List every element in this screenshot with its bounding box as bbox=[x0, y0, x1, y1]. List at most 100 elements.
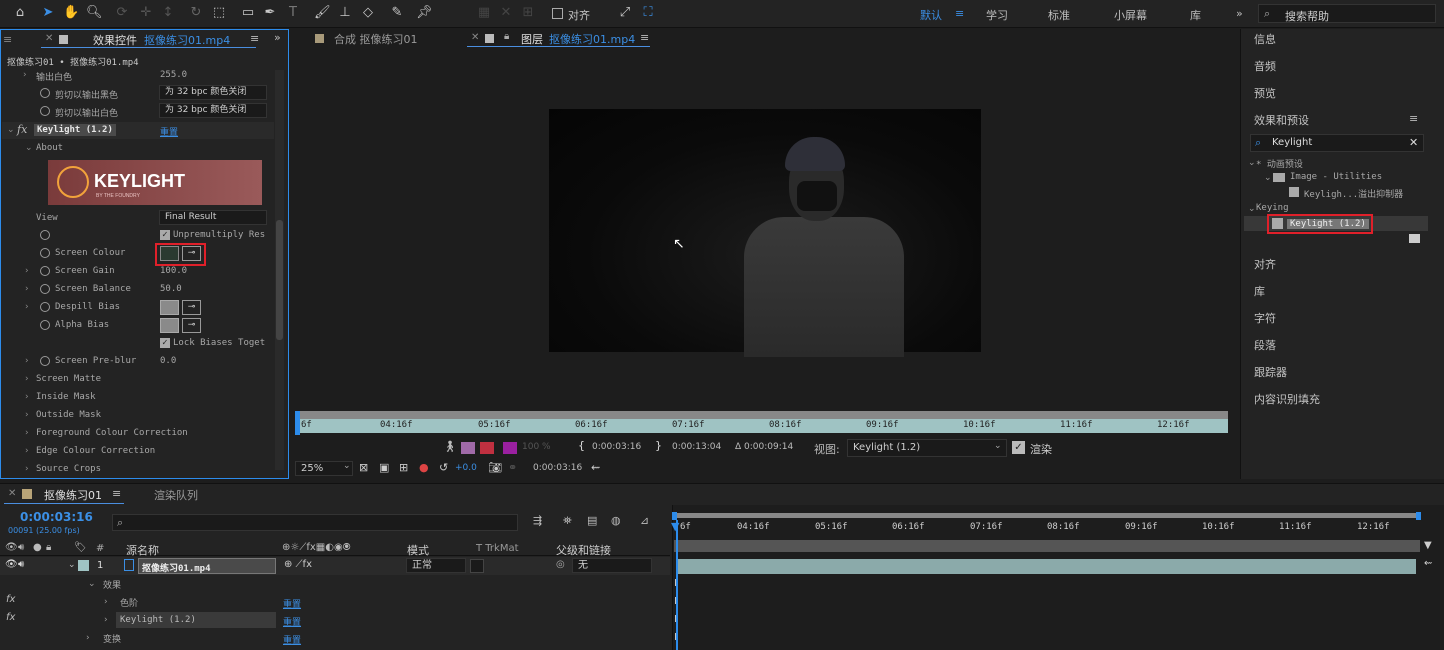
unpremultiply-checkbox[interactable]: ✓ bbox=[160, 230, 170, 240]
layer-bar-keyframe-icon[interactable]: ⇜ bbox=[1424, 558, 1432, 569]
layer-label-color[interactable] bbox=[78, 560, 89, 571]
stopwatch-icon[interactable] bbox=[40, 284, 50, 294]
effects-search[interactable]: ⌕ Keylight ✕ bbox=[1250, 134, 1424, 152]
tab-menu-icon[interactable]: ≡ bbox=[112, 487, 121, 500]
puppet-pin-icon[interactable]: 📌︎ bbox=[416, 5, 433, 21]
levels-reset-link[interactable]: 重置 bbox=[283, 597, 301, 610]
chevron-right-icon[interactable]: › bbox=[25, 464, 29, 474]
preview-panel[interactable]: 预览 bbox=[1254, 85, 1276, 101]
view-dropdown[interactable]: Final Result bbox=[159, 210, 267, 225]
render-queue-tab[interactable]: 渲染队列 bbox=[154, 487, 198, 503]
eyedropper-icon[interactable]: ⊸ bbox=[182, 246, 201, 261]
col-trkmat[interactable]: T TrkMat bbox=[476, 543, 519, 554]
chevron-down-icon[interactable]: ⌄ bbox=[1248, 204, 1256, 214]
fit-icon[interactable]: ⊠ bbox=[359, 461, 368, 474]
stopwatch-icon[interactable] bbox=[40, 356, 50, 366]
chevron-right-icon[interactable]: › bbox=[25, 302, 29, 312]
channel-icon-2[interactable] bbox=[480, 442, 494, 454]
paragraph-panel[interactable]: 段落 bbox=[1254, 337, 1276, 353]
alpha-bias-swatch[interactable] bbox=[160, 318, 179, 333]
pen-tool-icon[interactable]: ✒ bbox=[262, 5, 278, 21]
align-icon-1[interactable]: ▦ bbox=[476, 5, 492, 21]
stopwatch-icon[interactable] bbox=[40, 266, 50, 276]
layer-bar[interactable] bbox=[676, 559, 1416, 574]
snap-checkbox[interactable] bbox=[552, 8, 563, 19]
col-mode[interactable]: 模式 bbox=[407, 542, 429, 558]
work-area-start[interactable] bbox=[672, 512, 677, 520]
screen-matte-label[interactable]: Screen Matte bbox=[36, 374, 101, 384]
tab-menu-icon[interactable]: ≡ bbox=[250, 32, 259, 45]
layer-tab[interactable]: 图层 bbox=[521, 31, 543, 47]
library-panel[interactable]: 库 bbox=[1254, 283, 1265, 299]
chevron-right-icon[interactable]: › bbox=[25, 392, 29, 402]
anim-presets-label[interactable]: * 动画预设 bbox=[1256, 157, 1303, 170]
roto-brush-icon[interactable]: ✎ bbox=[389, 5, 405, 21]
audio-panel[interactable]: 音频 bbox=[1254, 58, 1276, 74]
clone-stamp-icon[interactable]: ⊥ bbox=[337, 5, 353, 21]
channel-icon-3[interactable] bbox=[503, 442, 517, 454]
scrollbar[interactable] bbox=[275, 70, 284, 470]
chevron-down-icon[interactable]: ⌄ bbox=[1264, 173, 1272, 183]
video-frame[interactable] bbox=[549, 109, 981, 357]
lock-icon[interactable]: 🔒︎ bbox=[504, 31, 509, 42]
rotate-tool-icon[interactable]: ↻ bbox=[188, 5, 204, 21]
view-select[interactable]: Keylight (1.2) bbox=[847, 439, 1007, 457]
snap-option-icon[interactable]: ⤢ bbox=[617, 5, 633, 21]
character-panel[interactable]: 字符 bbox=[1254, 310, 1276, 326]
comp-mini-flow-icon[interactable]: ⇶ bbox=[533, 514, 542, 527]
layer-switches-icon[interactable]: ⊕ ⟋fx bbox=[284, 559, 312, 570]
workspace-menu-icon[interactable]: ≡ bbox=[955, 7, 964, 20]
full-res-icon[interactable]: ▣ bbox=[379, 461, 389, 474]
screen-preblur-value[interactable]: 0.0 bbox=[160, 356, 176, 366]
audio-icon[interactable]: 🔊︎ bbox=[18, 559, 24, 570]
chevron-right-icon[interactable]: › bbox=[25, 374, 29, 384]
home-icon[interactable]: ⌂ bbox=[12, 5, 28, 21]
workspace-standard[interactable]: 标准 bbox=[1048, 7, 1070, 23]
type-tool-icon[interactable]: T bbox=[285, 5, 301, 21]
chevron-down-icon[interactable]: ⌄ bbox=[88, 579, 96, 589]
align-icon-2[interactable]: ✕ bbox=[498, 5, 514, 21]
eye-icon[interactable]: 👁︎ bbox=[5, 559, 18, 570]
edge-colour-label[interactable]: Edge Colour Correction bbox=[36, 446, 155, 456]
stopwatch-icon[interactable] bbox=[40, 88, 50, 98]
help-search[interactable]: ⌕ 搜索帮助 bbox=[1258, 4, 1436, 23]
work-area-bar[interactable] bbox=[674, 513, 1420, 518]
align-panel[interactable]: 对齐 bbox=[1254, 256, 1276, 272]
workspace-small-screen[interactable]: 小屏幕 bbox=[1114, 7, 1147, 23]
eraser-tool-icon[interactable]: ◇ bbox=[360, 5, 376, 21]
render-checkbox[interactable]: ✓ bbox=[1012, 441, 1025, 454]
chevron-down-icon[interactable]: ⌄ bbox=[1248, 158, 1256, 168]
chevron-right-icon[interactable]: › bbox=[104, 597, 108, 607]
viewer-playhead[interactable] bbox=[295, 411, 300, 435]
chevron-right-icon[interactable]: › bbox=[25, 446, 29, 456]
work-area-end[interactable] bbox=[1416, 512, 1421, 520]
col-source-name[interactable]: 源名称 bbox=[126, 542, 159, 558]
close-tab-icon[interactable]: ✕ bbox=[471, 32, 479, 43]
stopwatch-icon[interactable] bbox=[40, 230, 50, 240]
tab-menu-icon[interactable]: ≡ bbox=[640, 31, 649, 44]
chevron-right-icon[interactable]: › bbox=[25, 356, 29, 366]
shy-layers-icon[interactable]: ▤ bbox=[587, 514, 597, 527]
viewer-timecode[interactable]: 0:00:03:16 bbox=[533, 463, 582, 473]
comp-tab[interactable]: 合成 抠像练习01 bbox=[334, 31, 418, 47]
zoom-tool-icon[interactable]: 🔍︎ bbox=[86, 5, 103, 21]
timeline-comp-tab[interactable]: 抠像练习01 bbox=[44, 487, 102, 503]
chevron-right-icon[interactable]: › bbox=[86, 633, 90, 643]
screen-colour-swatch[interactable] bbox=[160, 246, 179, 261]
clip-black-dropdown[interactable]: 为 32 bpc 颜色关闭 bbox=[159, 85, 267, 100]
info-panel[interactable]: 信息 bbox=[1254, 31, 1276, 47]
levels-effect-label[interactable]: 色阶 bbox=[120, 596, 138, 609]
show-snapshot-icon[interactable]: ⚭ bbox=[508, 461, 517, 474]
layer-mode-select[interactable]: 正常 bbox=[406, 558, 466, 573]
workspace-overflow-icon[interactable]: » bbox=[1236, 7, 1243, 20]
playhead-handle-icon[interactable]: ▼ bbox=[671, 520, 679, 533]
safe-area-icon[interactable]: ⊞ bbox=[399, 461, 408, 474]
content-aware-fill-panel[interactable]: 内容识别填充 bbox=[1254, 391, 1320, 407]
out-point[interactable]: 0:00:13:04 bbox=[672, 442, 721, 452]
chevron-down-icon[interactable]: ⌄ bbox=[7, 125, 15, 135]
inside-mask-label[interactable]: Inside Mask bbox=[36, 392, 96, 402]
lock-biases-checkbox[interactable]: ✓ bbox=[160, 338, 170, 348]
effects-presets-title[interactable]: 效果和预设 bbox=[1254, 112, 1309, 128]
workspace-learn[interactable]: 学习 bbox=[986, 7, 1008, 23]
screen-gain-value[interactable]: 100.0 bbox=[160, 266, 187, 276]
